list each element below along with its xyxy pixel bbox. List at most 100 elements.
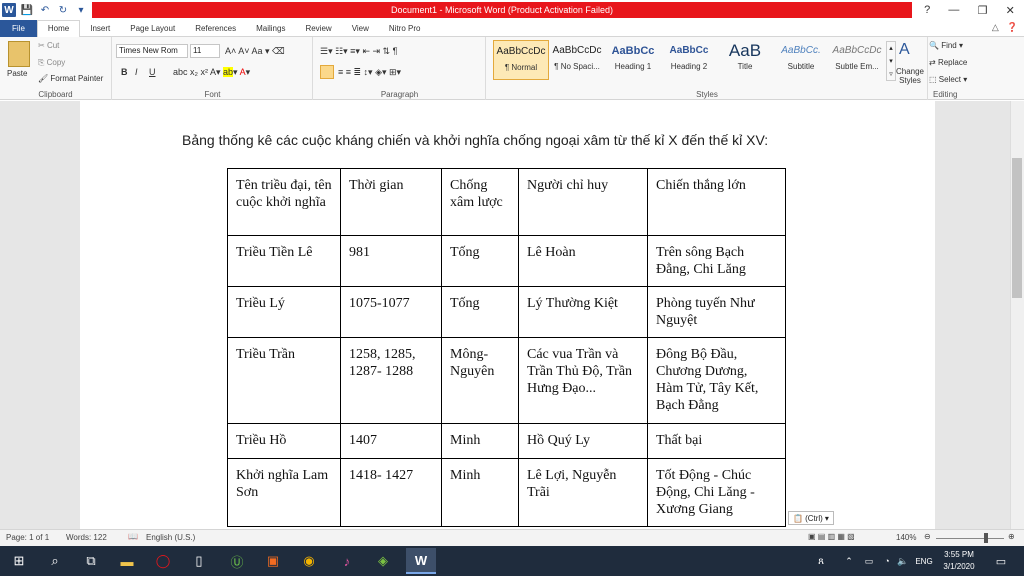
change-styles-button[interactable]: Change Styles xyxy=(883,67,927,85)
page-count[interactable]: Page: 1 of 1 xyxy=(6,533,49,542)
list-buttons[interactable]: ☰▾ ☷▾ ≡▾ ⇤ ⇥ ⇅ ¶ xyxy=(320,46,397,57)
alignment-buttons[interactable]: ≡ ≡ ≣ ↕▾ ◈▾ ⊞▾ xyxy=(338,67,401,78)
font-size-select[interactable]: 11 xyxy=(190,44,220,58)
table-cell[interactable]: Trên sông Bạch Đằng, Chi Lăng xyxy=(647,235,786,287)
save-icon[interactable]: 💾 xyxy=(20,3,34,17)
align-left-button[interactable] xyxy=(320,65,334,79)
proofing-icon[interactable]: 📖 xyxy=(128,532,138,541)
cut-button[interactable]: ✂ Cut xyxy=(38,41,59,50)
word-count[interactable]: Words: 122 xyxy=(66,533,107,542)
volume-icon[interactable]: 🔈 xyxy=(892,551,914,571)
header-cell[interactable]: Tên triều đại, tên cuộc khởi nghĩa xyxy=(227,168,341,236)
customize-toolbar-icon[interactable]: ▾ xyxy=(74,3,88,17)
format-painter-button[interactable]: 🖌 Format Painter xyxy=(38,74,103,83)
replace-button[interactable]: ⇄ Replace xyxy=(929,58,967,67)
table-cell[interactable]: Triều Trần xyxy=(227,337,341,424)
table-cell[interactable]: Minh xyxy=(441,458,519,527)
document-icon[interactable]: ▯ xyxy=(188,551,210,571)
style-title[interactable]: AaB Title xyxy=(717,40,773,80)
table-cell[interactable]: Mông-Nguyên xyxy=(441,337,519,424)
header-cell[interactable]: Chống xâm lược xyxy=(441,168,519,236)
help-circle-icon[interactable]: ❓ xyxy=(1007,22,1018,33)
undo-icon[interactable]: ↶ xyxy=(38,3,52,17)
table-cell[interactable]: Triều Hồ xyxy=(227,423,341,459)
table-cell[interactable]: Khởi nghĩa Lam Sơn xyxy=(227,458,341,527)
restore-icon[interactable]: ❐ xyxy=(978,4,988,17)
file-explorer-icon[interactable]: ▬ xyxy=(116,551,138,571)
statistics-table[interactable]: Tên triều đại, tên cuộc khởi nghĩa Thời … xyxy=(227,168,786,527)
style-heading-1[interactable]: AaBbCc Heading 1 xyxy=(605,40,661,80)
header-cell[interactable]: Thời gian xyxy=(340,168,442,236)
table-cell[interactable]: Đông Bộ Đầu, Chương Dương, Hàm Tử, Tây K… xyxy=(647,337,786,424)
find-button[interactable]: 🔍 Find ▾ xyxy=(929,41,963,50)
tray-chevron-up-icon[interactable]: ⌃ xyxy=(838,551,860,571)
zoom-out-icon[interactable]: ⊖ xyxy=(924,532,931,541)
task-view-icon[interactable]: ⧉ xyxy=(80,551,102,571)
italic-button[interactable]: I xyxy=(135,67,138,77)
paste-button[interactable]: Paste xyxy=(7,69,27,78)
tab-nitro-pro[interactable]: Nitro Pro xyxy=(379,20,431,37)
tab-mailings[interactable]: Mailings xyxy=(246,20,295,37)
table-cell[interactable]: 1418- 1427 xyxy=(340,458,442,527)
table-cell[interactable]: Lê Lợi, Nguyễn Trãi xyxy=(518,458,648,527)
table-cell[interactable]: 1407 xyxy=(340,423,442,459)
tab-file[interactable]: File xyxy=(0,19,37,37)
header-cell[interactable]: Chiến thắng lớn xyxy=(647,168,786,236)
tab-insert[interactable]: Insert xyxy=(80,20,120,37)
zoom-in-icon[interactable]: ⊕ xyxy=(1008,532,1015,541)
media-app-icon[interactable]: ♪ xyxy=(336,551,358,571)
table-cell[interactable]: Triều Tiền Lê xyxy=(227,235,341,287)
table-cell[interactable]: 1258, 1285, 1287- 1288 xyxy=(340,337,442,424)
font-format-buttons[interactable]: abc x₂ x² A▾ ab▾ A▾ xyxy=(173,67,250,78)
tab-view[interactable]: View xyxy=(342,20,379,37)
paste-options-button[interactable]: 📋 (Ctrl) ▾ xyxy=(788,511,834,525)
collapse-ribbon-icon[interactable]: △ xyxy=(992,22,999,33)
style-normal[interactable]: AaBbCcDc ¶ Normal xyxy=(493,40,549,80)
tab-home[interactable]: Home xyxy=(36,19,81,38)
opera-icon[interactable]: ◯ xyxy=(152,551,174,571)
table-cell[interactable]: Lê Hoàn xyxy=(518,235,648,287)
scrollbar-thumb[interactable] xyxy=(1012,158,1022,298)
input-language[interactable]: ENG xyxy=(912,551,936,571)
utility-app-icon[interactable]: ◈ xyxy=(372,551,394,571)
table-cell[interactable]: Minh xyxy=(441,423,519,459)
table-cell[interactable]: Tống xyxy=(441,286,519,338)
table-cell[interactable]: Tốt Động - Chúc Động, Chi Lăng - Xương G… xyxy=(647,458,786,527)
zoom-slider-thumb[interactable] xyxy=(984,533,988,543)
help-icon[interactable]: ? xyxy=(924,4,930,16)
underline-button[interactable]: U xyxy=(149,67,156,77)
table-cell[interactable]: 981 xyxy=(340,235,442,287)
table-cell[interactable]: Triều Lý xyxy=(227,286,341,338)
word-taskbar-icon[interactable]: W xyxy=(406,548,436,574)
tab-review[interactable]: Review xyxy=(295,20,341,37)
view-buttons[interactable]: ▣ ▤ ▥ ▦ ▧ xyxy=(808,532,855,541)
table-cell[interactable]: 1075-1077 xyxy=(340,286,442,338)
select-button[interactable]: ⬚ Select ▾ xyxy=(929,75,967,84)
style-no-spacing[interactable]: AaBbCcDc ¶ No Spaci... xyxy=(549,40,605,80)
minimize-icon[interactable]: — xyxy=(948,4,959,16)
people-icon[interactable]: ጸ xyxy=(810,551,832,571)
table-cell[interactable]: Thất bại xyxy=(647,423,786,459)
table-cell[interactable]: Hồ Quý Ly xyxy=(518,423,648,459)
notifications-icon[interactable]: ▭ xyxy=(990,551,1012,571)
redo-icon[interactable]: ↻ xyxy=(56,3,70,17)
table-cell[interactable]: Tống xyxy=(441,235,519,287)
grow-shrink-font-buttons[interactable]: A˄ A˅ Aa ▾ ⌫ xyxy=(225,46,285,57)
search-icon[interactable]: ⌕ xyxy=(44,551,66,571)
close-icon[interactable]: ✕ xyxy=(1006,4,1015,17)
change-styles-icon[interactable]: A xyxy=(899,41,910,59)
chrome-icon[interactable]: ◉ xyxy=(298,551,320,571)
language[interactable]: English (U.S.) xyxy=(146,533,195,542)
bold-button[interactable]: B xyxy=(121,67,128,77)
paste-icon[interactable] xyxy=(8,41,30,67)
table-cell[interactable]: Phòng tuyến Như Nguyệt xyxy=(647,286,786,338)
clock[interactable]: 3:55 PM 3/1/2020 xyxy=(936,549,982,573)
table-cell[interactable]: Lý Thường Kiệt xyxy=(518,286,648,338)
table-cell[interactable]: Các vua Trần và Trần Thủ Độ, Trần Hưng Đ… xyxy=(518,337,648,424)
tab-references[interactable]: References xyxy=(185,20,246,37)
zoom-level[interactable]: 140% xyxy=(896,533,916,542)
font-name-select[interactable]: Times New Rom xyxy=(116,44,188,58)
header-cell[interactable]: Người chỉ huy xyxy=(518,168,648,236)
style-subtitle[interactable]: AaBbCc. Subtitle xyxy=(773,40,829,80)
style-subtle-emphasis[interactable]: AaBbCcDc Subtle Em... xyxy=(829,40,885,80)
